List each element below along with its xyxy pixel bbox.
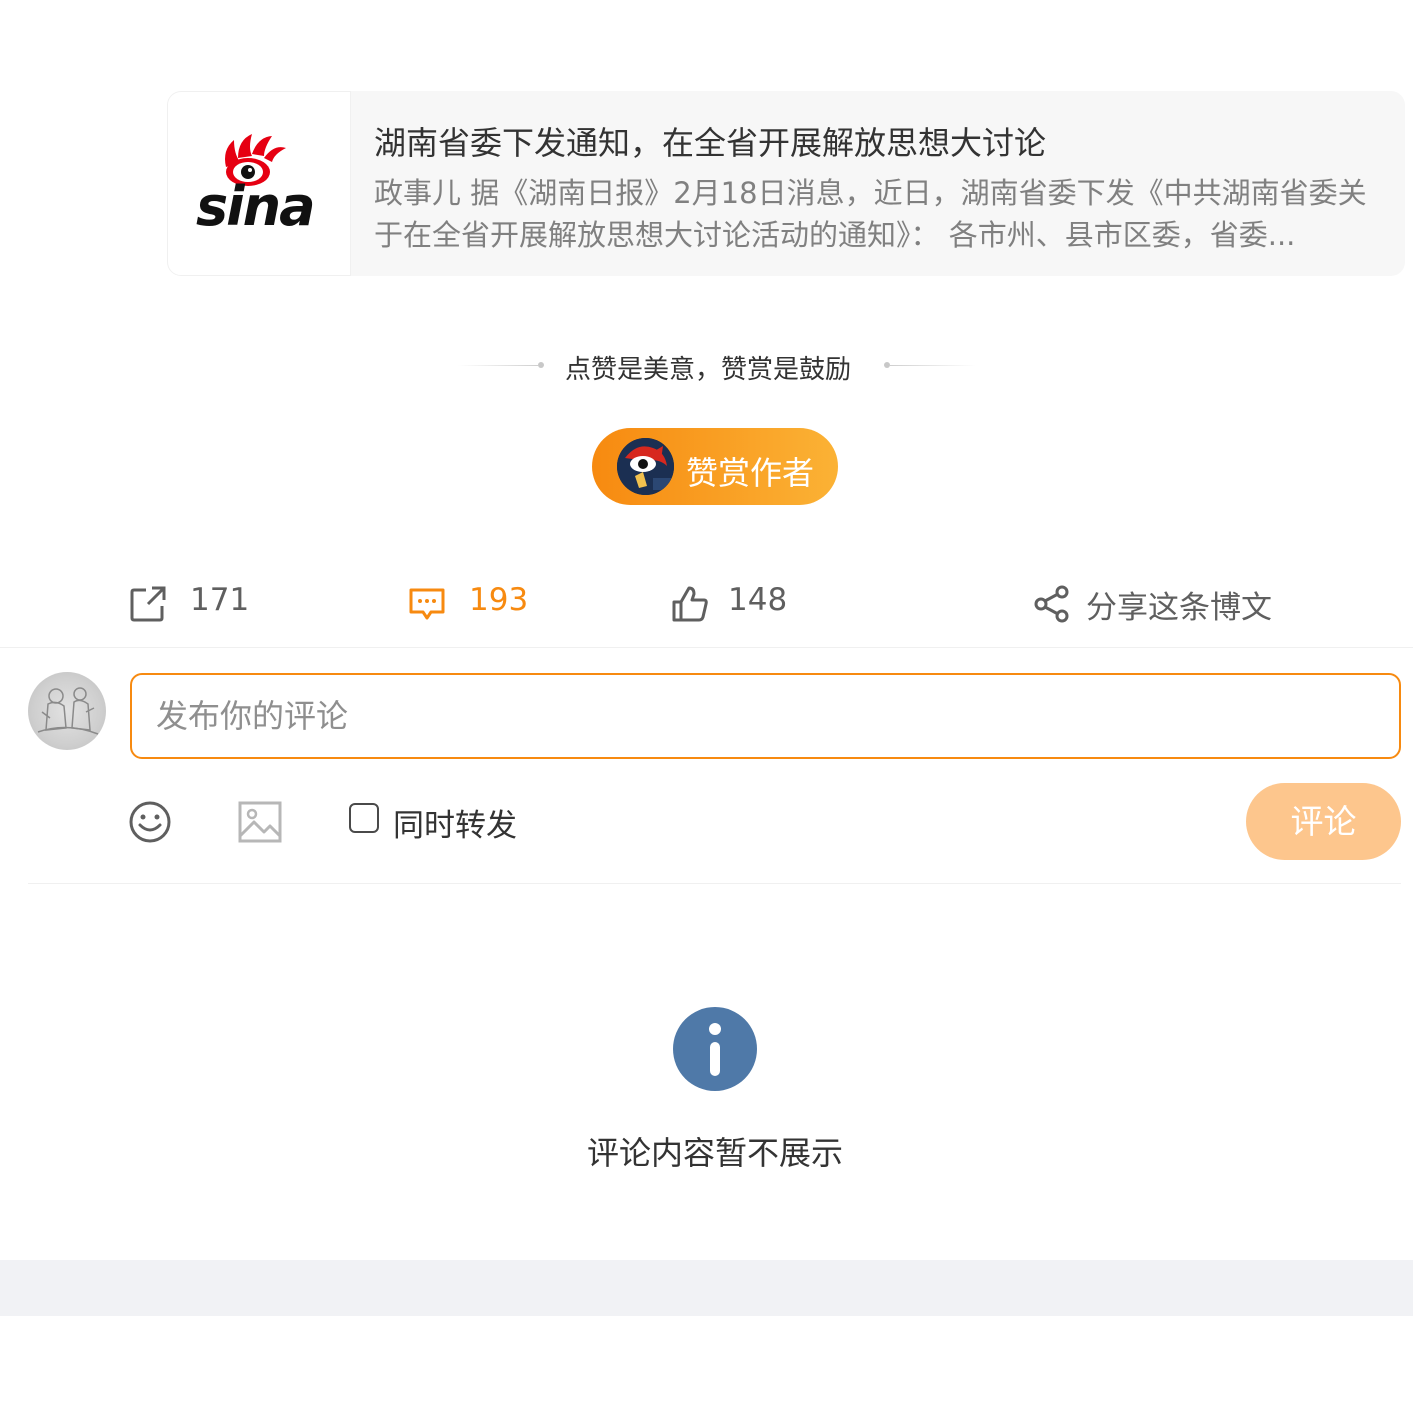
reward-caption: 点赞是美意，赞赏是鼓励 bbox=[565, 355, 852, 385]
forward-icon bbox=[130, 586, 166, 622]
forward-checkbox[interactable] bbox=[349, 803, 379, 833]
user-avatar[interactable] bbox=[28, 672, 106, 750]
forward-count: 171 bbox=[190, 582, 250, 618]
emoji-icon[interactable] bbox=[128, 800, 172, 844]
share-icon bbox=[1034, 585, 1069, 623]
submit-comment-button[interactable]: 评论 bbox=[1246, 783, 1401, 860]
article-title[interactable]: 湖南省委下发通知，在全省开展解放思想大讨论 bbox=[374, 118, 1374, 164]
author-mascot-icon bbox=[617, 438, 674, 495]
forward-checkbox-label[interactable]: 同时转发 bbox=[393, 800, 517, 845]
divider-left-line bbox=[458, 365, 538, 366]
sina-logo: sina bbox=[167, 91, 351, 276]
comment-icon bbox=[409, 588, 445, 620]
info-icon bbox=[673, 1007, 757, 1091]
reward-button-label: 赞赏作者 bbox=[686, 454, 815, 492]
like-action[interactable]: 148 bbox=[670, 582, 810, 626]
comments-hidden-notice: 评论内容暂不展示 bbox=[586, 1134, 843, 1172]
sina-wordmark: sina bbox=[196, 175, 316, 238]
footer-band bbox=[0, 1260, 1413, 1316]
user-avatar-sketch bbox=[37, 687, 99, 735]
author-avatar bbox=[617, 438, 674, 495]
linked-article-card[interactable]: sina 湖南省委下发通知，在全省开展解放思想大讨论 政事儿 据《湖南日报》2月… bbox=[167, 91, 1405, 276]
share-label: 分享这条博文 bbox=[1086, 590, 1272, 626]
forward-action[interactable]: 171 bbox=[128, 582, 268, 626]
like-count: 148 bbox=[728, 582, 788, 618]
divider-right-line bbox=[890, 365, 976, 366]
action-bar-separator bbox=[0, 647, 1413, 648]
comment-input[interactable] bbox=[130, 673, 1401, 759]
image-icon[interactable] bbox=[237, 800, 283, 844]
share-action[interactable]: 分享这条博文 bbox=[1032, 582, 1272, 626]
divider-left-dot bbox=[538, 362, 544, 368]
thumbs-up-icon bbox=[672, 586, 708, 622]
comment-action[interactable]: 193 bbox=[407, 582, 547, 626]
article-description: 政事儿 据《湖南日报》2月18日消息，近日，湖南省委下发《中共湖南省委关于在全省… bbox=[374, 176, 1367, 252]
comment-box-separator bbox=[28, 883, 1401, 884]
comment-count: 193 bbox=[469, 582, 529, 618]
